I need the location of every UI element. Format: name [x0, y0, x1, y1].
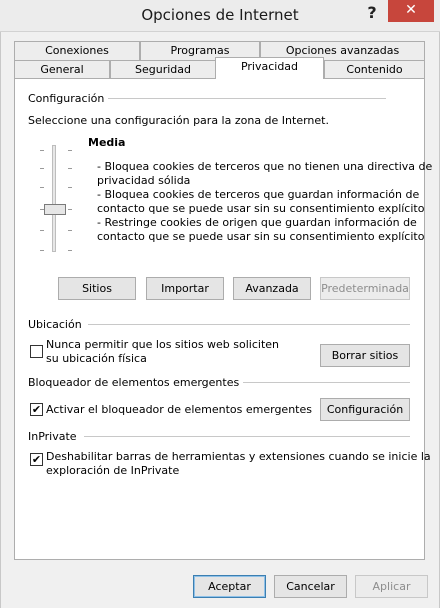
- import-button[interactable]: Importar: [146, 277, 224, 300]
- slider-tick: [68, 250, 72, 251]
- close-icon[interactable]: ✕: [388, 0, 434, 22]
- tab-conexiones[interactable]: Conexiones: [14, 41, 140, 60]
- slider-tick: [68, 230, 72, 231]
- accept-button[interactable]: Aceptar: [193, 575, 266, 598]
- config-group-line: [100, 98, 386, 99]
- apply-button[interactable]: Aplicar: [355, 575, 428, 598]
- location-checkbox-label: su ubicación física: [46, 352, 147, 365]
- slider-tick: [40, 250, 44, 251]
- popup-blocker-label: Activar el bloqueador de elementos emerg…: [46, 403, 312, 416]
- level-description-line: - Restringe cookies de origen que guarda…: [97, 216, 417, 229]
- inprivate-group-label: InPrivate: [28, 430, 81, 443]
- slider-tick: [40, 187, 44, 188]
- default-button[interactable]: Predeterminada: [320, 277, 410, 300]
- inprivate-checkbox[interactable]: ✔: [30, 453, 43, 466]
- inprivate-group-line: [84, 436, 410, 437]
- popup-config-button[interactable]: Configuración: [320, 398, 410, 421]
- help-icon[interactable]: ?: [360, 2, 384, 26]
- clear-sites-button[interactable]: Borrar sitios: [320, 344, 410, 367]
- tab-contenido[interactable]: Contenido: [324, 60, 425, 79]
- location-checkbox[interactable]: [30, 345, 43, 358]
- tab-seguridad[interactable]: Seguridad: [110, 60, 216, 79]
- slider-tick: [68, 187, 72, 188]
- popup-group-label: Bloqueador de elementos emergentes: [28, 376, 244, 389]
- level-description-line: contacto que se puede usar sin su consen…: [97, 202, 425, 215]
- popup-group-line: [222, 382, 410, 383]
- slider-tick: [40, 168, 44, 169]
- slider-tick: [40, 150, 44, 151]
- location-group-label: Ubicación: [28, 318, 86, 331]
- inprivate-checkbox-label: Deshabilitar barras de herramientas y ex…: [46, 450, 431, 463]
- tab-general[interactable]: General: [14, 60, 110, 79]
- cancel-button[interactable]: Cancelar: [274, 575, 347, 598]
- slider-tick: [40, 230, 44, 231]
- title-bar: Opciones de Internet ? ✕: [0, 0, 440, 32]
- slider-tick: [68, 150, 72, 151]
- privacy-level-slider-thumb[interactable]: [44, 204, 66, 215]
- privacy-level-slider-track[interactable]: [52, 145, 56, 252]
- advanced-button[interactable]: Avanzada: [233, 277, 311, 300]
- location-group-line: [88, 324, 410, 325]
- location-checkbox-label: Nunca permitir que los sitios web solici…: [46, 338, 280, 351]
- popup-blocker-checkbox[interactable]: ✔: [30, 403, 43, 416]
- sites-button[interactable]: Sitios: [58, 277, 136, 300]
- config-instruction: Seleccione una configuración para la zon…: [28, 114, 329, 127]
- slider-tick: [68, 209, 72, 210]
- inprivate-checkbox-label: exploración de InPrivate: [46, 464, 180, 477]
- level-description-line: contacto que se puede usar sin su consen…: [97, 230, 425, 243]
- config-group-label: Configuración: [28, 92, 109, 105]
- level-description-line: - Bloquea cookies de terceros que guarda…: [97, 188, 420, 201]
- privacy-level-name: Media: [88, 136, 126, 149]
- tab-privacidad[interactable]: Privacidad: [215, 57, 324, 79]
- level-description-line: - Bloquea cookies de terceros que no tie…: [97, 160, 433, 173]
- level-description-line: privacidad sólida: [97, 174, 191, 187]
- slider-tick: [68, 168, 72, 169]
